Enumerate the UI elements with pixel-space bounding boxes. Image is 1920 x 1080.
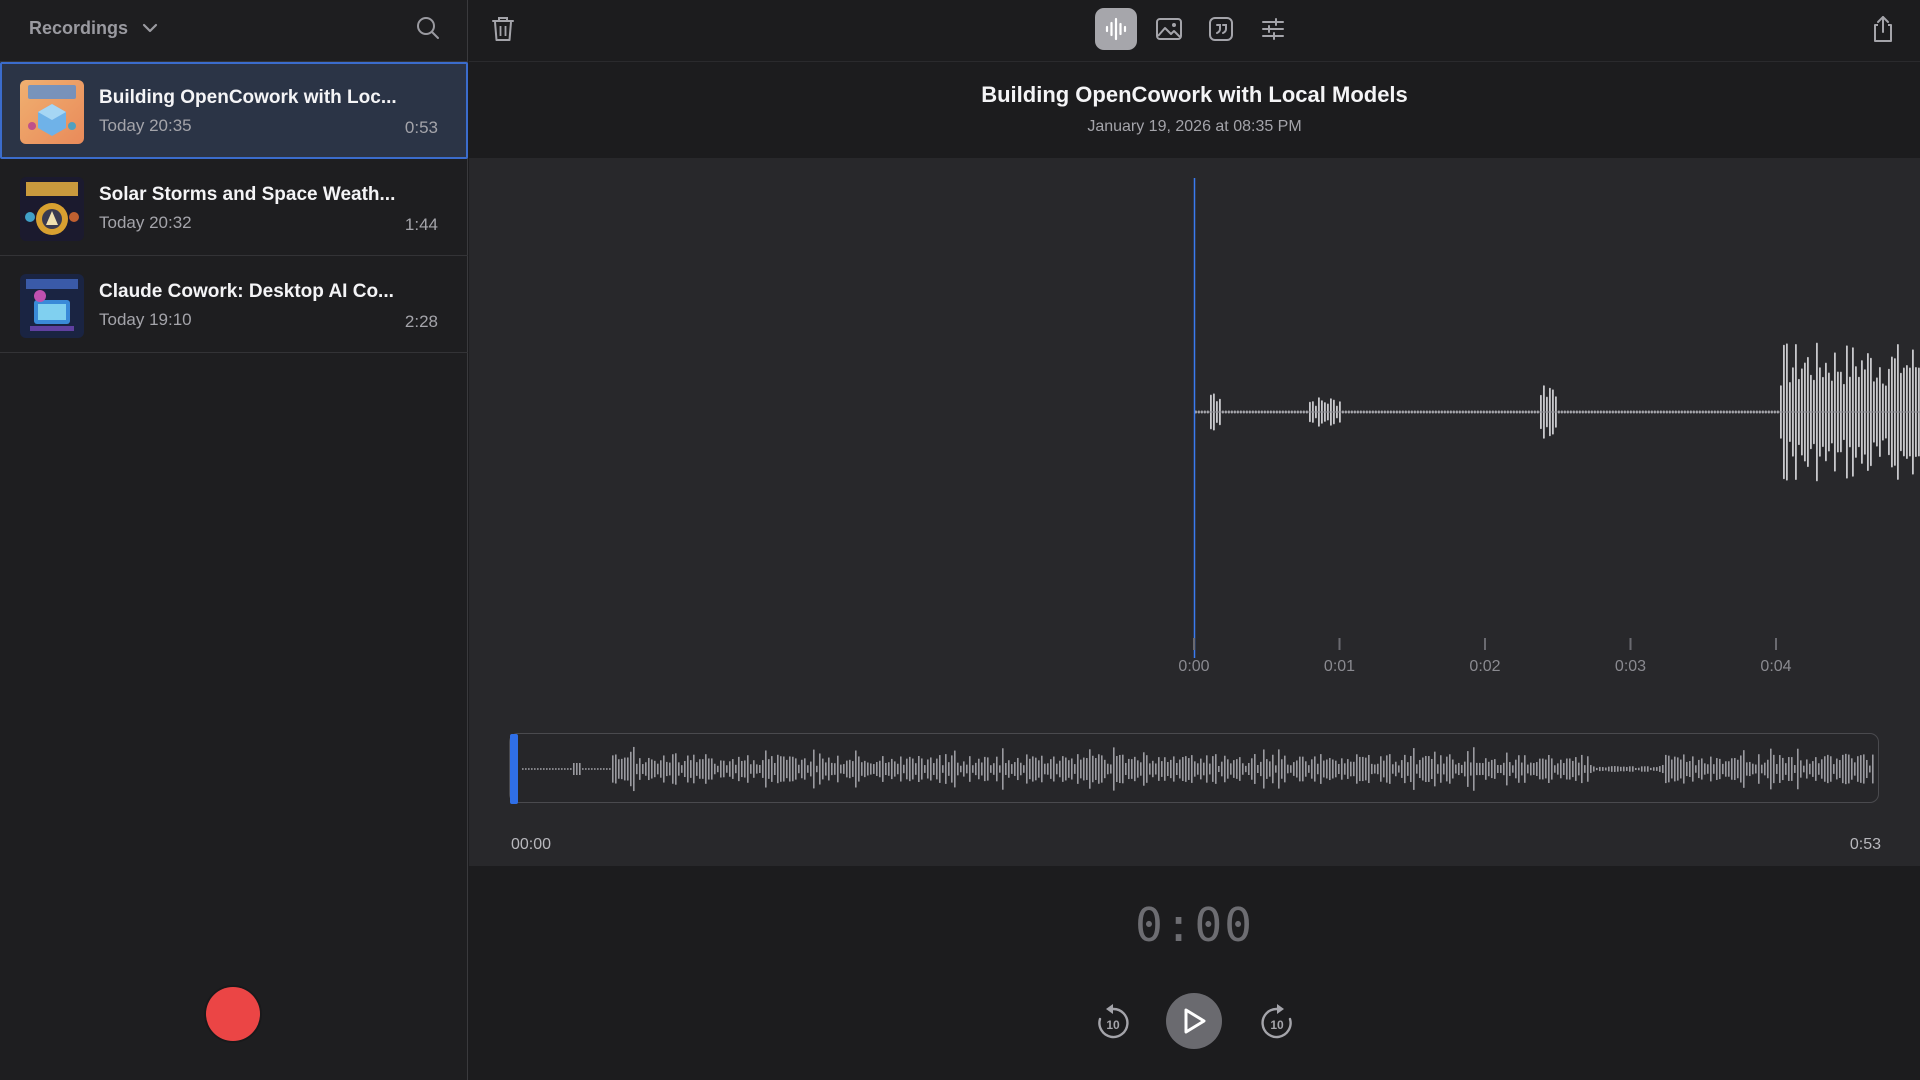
trash-icon	[492, 17, 514, 41]
recording-date: Today 20:32	[99, 213, 192, 232]
waveform-icon	[1105, 17, 1127, 41]
recording-thumbnail	[20, 177, 84, 241]
recordings-title: Recordings	[29, 17, 129, 38]
search-button[interactable]	[414, 14, 442, 42]
recording-title: Building OpenCowork with Local Models	[981, 82, 1408, 107]
recording-date: Today 20:35	[99, 116, 192, 135]
quote-icon	[1209, 17, 1233, 41]
image-view-button[interactable]	[1148, 8, 1190, 50]
share-button[interactable]	[1862, 8, 1904, 50]
elapsed-time: 0:00	[1135, 898, 1254, 952]
recording-item[interactable]: Building OpenCowork with Loc... Today 20…	[0, 62, 468, 159]
sliders-icon	[1262, 18, 1284, 40]
skip-back-10-icon: 10	[1098, 1004, 1129, 1039]
waveform-panel: 0:00 0:01 0:02 0:03 0:04 00:00 0:53	[469, 158, 1920, 866]
recordings-list: Building OpenCowork with Loc... Today 20…	[0, 62, 468, 353]
search-icon	[417, 17, 439, 39]
timeline-tick-label: 0:04	[1760, 658, 1791, 675]
overview-scrubber[interactable]	[509, 733, 1879, 804]
skip-forward-button[interactable]: 10	[1255, 1000, 1299, 1044]
settings-view-button[interactable]	[1252, 8, 1294, 50]
recording-header: Building OpenCowork with Local Models Ja…	[469, 62, 1920, 158]
recording-thumbnail	[20, 80, 84, 144]
recording-duration: 2:28	[404, 312, 438, 331]
timeline-tick-label: 0:01	[1324, 658, 1355, 675]
recording-duration: 1:44	[404, 215, 438, 234]
recordings-dropdown[interactable]: Recordings	[29, 16, 158, 40]
skip-forward-10-icon: 10	[1261, 1004, 1292, 1039]
recording-duration: 0:53	[404, 118, 438, 137]
sidebar: Recordings Building OpenCowork with Loc.…	[0, 0, 468, 1080]
delete-button[interactable]	[482, 8, 524, 50]
transcript-view-button[interactable]	[1200, 8, 1242, 50]
detail-waveform[interactable]: 0:00 0:01 0:02 0:03 0:04	[469, 158, 1920, 718]
recording-item[interactable]: Claude Cowork: Desktop AI Co... Today 19…	[0, 256, 468, 353]
waveform-view-button[interactable]	[1095, 8, 1137, 50]
recording-date: January 19, 2026 at 08:35 PM	[1087, 118, 1302, 135]
recording-date: Today 19:10	[99, 310, 192, 329]
overview-playhead[interactable]	[510, 734, 518, 804]
overview-start-time: 00:00	[511, 836, 552, 853]
timeline-tick-label: 0:00	[1178, 658, 1209, 675]
image-icon	[1156, 18, 1182, 40]
playback-controls: 10 10	[469, 990, 1920, 1054]
record-button[interactable]	[206, 987, 260, 1041]
overview-waveform	[510, 734, 1874, 804]
recording-item[interactable]: Solar Storms and Space Weath... Today 20…	[0, 159, 468, 256]
toolbar	[469, 0, 1920, 62]
timeline-tick-label: 0:03	[1615, 658, 1646, 675]
play-icon	[1184, 1008, 1206, 1034]
share-icon	[1874, 16, 1892, 42]
svg-text:10: 10	[1270, 1018, 1284, 1032]
timeline-tick-label: 0:02	[1469, 658, 1500, 675]
recording-thumbnail	[20, 274, 84, 338]
recording-title: Building OpenCowork with Loc...	[99, 87, 397, 108]
voice-memos-app: Recordings Building OpenCowork with Loc.…	[0, 0, 1920, 1080]
chevron-down-icon	[142, 23, 158, 33]
sidebar-header: Recordings	[0, 0, 468, 62]
recording-title: Claude Cowork: Desktop AI Co...	[99, 281, 394, 302]
svg-text:10: 10	[1106, 1018, 1120, 1032]
overview-end-time: 0:53	[1849, 836, 1881, 853]
skip-back-button[interactable]: 10	[1091, 1000, 1135, 1044]
main-panel: Building OpenCowork with Local Models Ja…	[469, 0, 1920, 1080]
play-button[interactable]	[1166, 993, 1222, 1049]
recording-title: Solar Storms and Space Weath...	[99, 184, 396, 205]
